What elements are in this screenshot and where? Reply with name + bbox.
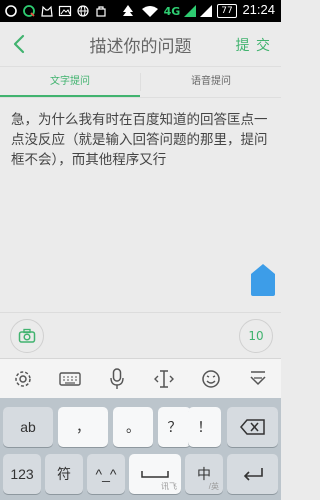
key-ab[interactable]: ab — [3, 407, 53, 447]
picture-icon — [58, 3, 72, 19]
key-123[interactable]: 123 — [3, 454, 41, 494]
tool-row: 10 — [0, 312, 281, 358]
cursor-move-icon[interactable] — [151, 366, 177, 392]
key-period[interactable]: 。 — [113, 407, 153, 447]
globe-icon — [76, 3, 90, 19]
emoji-icon[interactable] — [198, 366, 224, 392]
language-sub-label: /英 — [208, 482, 219, 491]
battery-icon: 77 — [217, 4, 237, 18]
char-counter: 10 — [239, 319, 273, 353]
status-bar: 4G 77 21:24 — [0, 0, 281, 22]
keyboard: ab ， 。 ？ ！ 123 符 ^_^ 讯飞 中 /英 — [0, 398, 281, 500]
wifi-icon — [141, 3, 159, 19]
cat-icon — [40, 3, 54, 19]
key-backspace[interactable] — [227, 407, 278, 447]
ring-icon — [4, 3, 18, 19]
question-mode-tabs: 文字提问 语音提问 — [0, 66, 281, 98]
keyboard-icon[interactable] — [57, 366, 83, 392]
settings-gear-icon[interactable] — [10, 366, 36, 392]
q-app-icon — [22, 3, 36, 19]
tree-icon — [121, 3, 135, 19]
space-sub-label: 讯飞 — [161, 482, 177, 491]
text-cursor-handle[interactable] — [251, 264, 275, 296]
enter-icon — [243, 468, 263, 481]
signal-icon — [183, 3, 197, 19]
key-exclaim[interactable]: ！ — [188, 407, 221, 447]
network-type: 4G — [163, 4, 181, 18]
status-time: 21:24 — [242, 2, 275, 17]
signal-2-icon — [199, 3, 213, 19]
question-text[interactable]: 急，为什么我有时在百度知道的回答匡点一点没反应（就是输入回答问题的那里，提问框不… — [11, 110, 269, 170]
keyboard-toolbar — [0, 358, 281, 398]
key-emoticon[interactable]: ^_^ — [87, 454, 125, 494]
bag-icon — [94, 3, 108, 19]
tab-voice-question[interactable]: 语音提问 — [141, 67, 281, 97]
hide-keyboard-icon[interactable] — [245, 366, 271, 392]
tab-text-question[interactable]: 文字提问 — [0, 67, 140, 97]
camera-icon — [18, 328, 36, 343]
key-enter[interactable] — [227, 454, 278, 494]
camera-button[interactable] — [10, 319, 44, 353]
microphone-icon[interactable] — [104, 366, 130, 392]
key-question[interactable]: ？ — [158, 407, 191, 447]
header: 描述你的问题 提 交 — [0, 22, 281, 66]
key-space[interactable]: 讯飞 — [129, 454, 181, 494]
key-comma[interactable]: ， — [58, 407, 108, 447]
space-icon — [141, 471, 169, 478]
key-symbols[interactable]: 符 — [45, 454, 83, 494]
submit-button[interactable]: 提 交 — [236, 35, 271, 55]
key-language[interactable]: 中 /英 — [185, 454, 223, 494]
backspace-icon — [239, 419, 265, 435]
question-editor[interactable]: 急，为什么我有时在百度知道的回答匡点一点没反应（就是输入回答问题的那里，提问框不… — [0, 98, 281, 312]
